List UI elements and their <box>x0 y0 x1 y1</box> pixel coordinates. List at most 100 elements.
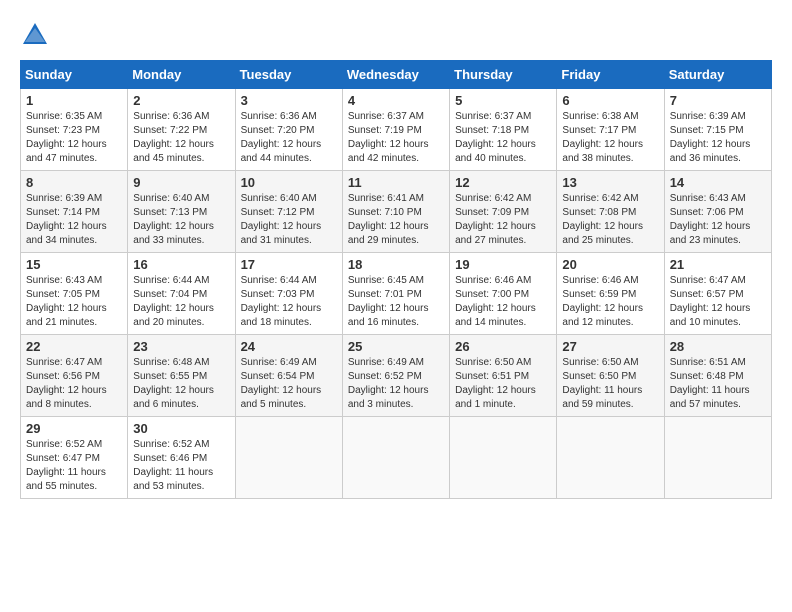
weekday-header-row: SundayMondayTuesdayWednesdayThursdayFrid… <box>21 61 772 89</box>
day-info: Sunrise: 6:47 AMSunset: 6:57 PMDaylight:… <box>670 274 766 330</box>
day-number: 30 <box>133 421 229 436</box>
calendar-day-cell: 16 Sunrise: 6:44 AMSunset: 7:04 PMDaylig… <box>128 253 235 335</box>
day-number: 26 <box>455 339 551 354</box>
day-number: 10 <box>241 175 337 190</box>
calendar-day-cell: 12 Sunrise: 6:42 AMSunset: 7:09 PMDaylig… <box>450 171 557 253</box>
day-number: 23 <box>133 339 229 354</box>
calendar-day-cell <box>235 417 342 499</box>
day-info: Sunrise: 6:37 AMSunset: 7:19 PMDaylight:… <box>348 110 444 166</box>
day-info: Sunrise: 6:50 AMSunset: 6:51 PMDaylight:… <box>455 356 551 412</box>
day-number: 13 <box>562 175 658 190</box>
page-container: SundayMondayTuesdayWednesdayThursdayFrid… <box>20 20 772 499</box>
calendar-day-cell <box>342 417 449 499</box>
day-info: Sunrise: 6:36 AMSunset: 7:20 PMDaylight:… <box>241 110 337 166</box>
weekday-header-cell: Friday <box>557 61 664 89</box>
day-info: Sunrise: 6:49 AMSunset: 6:52 PMDaylight:… <box>348 356 444 412</box>
day-info: Sunrise: 6:50 AMSunset: 6:50 PMDaylight:… <box>562 356 658 412</box>
calendar-day-cell: 23 Sunrise: 6:48 AMSunset: 6:55 PMDaylig… <box>128 335 235 417</box>
calendar-day-cell: 20 Sunrise: 6:46 AMSunset: 6:59 PMDaylig… <box>557 253 664 335</box>
header <box>20 20 772 50</box>
calendar-day-cell <box>664 417 771 499</box>
calendar-day-cell <box>450 417 557 499</box>
day-number: 22 <box>26 339 122 354</box>
day-info: Sunrise: 6:36 AMSunset: 7:22 PMDaylight:… <box>133 110 229 166</box>
day-info: Sunrise: 6:43 AMSunset: 7:06 PMDaylight:… <box>670 192 766 248</box>
day-number: 19 <box>455 257 551 272</box>
calendar-day-cell <box>557 417 664 499</box>
day-number: 6 <box>562 93 658 108</box>
calendar-table: SundayMondayTuesdayWednesdayThursdayFrid… <box>20 60 772 499</box>
calendar-day-cell: 11 Sunrise: 6:41 AMSunset: 7:10 PMDaylig… <box>342 171 449 253</box>
logo-icon <box>20 20 50 50</box>
calendar-day-cell: 30 Sunrise: 6:52 AMSunset: 6:46 PMDaylig… <box>128 417 235 499</box>
weekday-header-cell: Sunday <box>21 61 128 89</box>
day-number: 25 <box>348 339 444 354</box>
calendar-day-cell: 26 Sunrise: 6:50 AMSunset: 6:51 PMDaylig… <box>450 335 557 417</box>
calendar-day-cell: 18 Sunrise: 6:45 AMSunset: 7:01 PMDaylig… <box>342 253 449 335</box>
calendar-day-cell: 4 Sunrise: 6:37 AMSunset: 7:19 PMDayligh… <box>342 89 449 171</box>
weekday-header-cell: Saturday <box>664 61 771 89</box>
logo <box>20 20 54 50</box>
day-number: 21 <box>670 257 766 272</box>
calendar-day-cell: 25 Sunrise: 6:49 AMSunset: 6:52 PMDaylig… <box>342 335 449 417</box>
calendar-body: 1 Sunrise: 6:35 AMSunset: 7:23 PMDayligh… <box>21 89 772 499</box>
day-number: 28 <box>670 339 766 354</box>
day-info: Sunrise: 6:45 AMSunset: 7:01 PMDaylight:… <box>348 274 444 330</box>
day-number: 8 <box>26 175 122 190</box>
day-info: Sunrise: 6:39 AMSunset: 7:14 PMDaylight:… <box>26 192 122 248</box>
calendar-day-cell: 13 Sunrise: 6:42 AMSunset: 7:08 PMDaylig… <box>557 171 664 253</box>
weekday-header-cell: Monday <box>128 61 235 89</box>
calendar-day-cell: 6 Sunrise: 6:38 AMSunset: 7:17 PMDayligh… <box>557 89 664 171</box>
day-info: Sunrise: 6:52 AMSunset: 6:47 PMDaylight:… <box>26 438 122 494</box>
day-number: 14 <box>670 175 766 190</box>
day-info: Sunrise: 6:38 AMSunset: 7:17 PMDaylight:… <box>562 110 658 166</box>
calendar-day-cell: 24 Sunrise: 6:49 AMSunset: 6:54 PMDaylig… <box>235 335 342 417</box>
day-info: Sunrise: 6:35 AMSunset: 7:23 PMDaylight:… <box>26 110 122 166</box>
day-number: 17 <box>241 257 337 272</box>
calendar-day-cell: 27 Sunrise: 6:50 AMSunset: 6:50 PMDaylig… <box>557 335 664 417</box>
day-info: Sunrise: 6:46 AMSunset: 7:00 PMDaylight:… <box>455 274 551 330</box>
day-number: 12 <box>455 175 551 190</box>
day-number: 24 <box>241 339 337 354</box>
day-info: Sunrise: 6:43 AMSunset: 7:05 PMDaylight:… <box>26 274 122 330</box>
day-number: 2 <box>133 93 229 108</box>
day-number: 16 <box>133 257 229 272</box>
day-number: 1 <box>26 93 122 108</box>
day-number: 15 <box>26 257 122 272</box>
calendar-day-cell: 29 Sunrise: 6:52 AMSunset: 6:47 PMDaylig… <box>21 417 128 499</box>
calendar-day-cell: 22 Sunrise: 6:47 AMSunset: 6:56 PMDaylig… <box>21 335 128 417</box>
weekday-header-cell: Wednesday <box>342 61 449 89</box>
calendar-day-cell: 15 Sunrise: 6:43 AMSunset: 7:05 PMDaylig… <box>21 253 128 335</box>
day-info: Sunrise: 6:40 AMSunset: 7:13 PMDaylight:… <box>133 192 229 248</box>
day-number: 7 <box>670 93 766 108</box>
day-info: Sunrise: 6:37 AMSunset: 7:18 PMDaylight:… <box>455 110 551 166</box>
day-number: 5 <box>455 93 551 108</box>
weekday-header-cell: Thursday <box>450 61 557 89</box>
day-info: Sunrise: 6:42 AMSunset: 7:08 PMDaylight:… <box>562 192 658 248</box>
calendar-week-row: 15 Sunrise: 6:43 AMSunset: 7:05 PMDaylig… <box>21 253 772 335</box>
calendar-day-cell: 17 Sunrise: 6:44 AMSunset: 7:03 PMDaylig… <box>235 253 342 335</box>
calendar-day-cell: 14 Sunrise: 6:43 AMSunset: 7:06 PMDaylig… <box>664 171 771 253</box>
calendar-day-cell: 8 Sunrise: 6:39 AMSunset: 7:14 PMDayligh… <box>21 171 128 253</box>
calendar-day-cell: 9 Sunrise: 6:40 AMSunset: 7:13 PMDayligh… <box>128 171 235 253</box>
day-number: 11 <box>348 175 444 190</box>
day-info: Sunrise: 6:44 AMSunset: 7:03 PMDaylight:… <box>241 274 337 330</box>
calendar-week-row: 1 Sunrise: 6:35 AMSunset: 7:23 PMDayligh… <box>21 89 772 171</box>
day-info: Sunrise: 6:48 AMSunset: 6:55 PMDaylight:… <box>133 356 229 412</box>
weekday-header-cell: Tuesday <box>235 61 342 89</box>
calendar-day-cell: 1 Sunrise: 6:35 AMSunset: 7:23 PMDayligh… <box>21 89 128 171</box>
day-info: Sunrise: 6:42 AMSunset: 7:09 PMDaylight:… <box>455 192 551 248</box>
calendar-day-cell: 28 Sunrise: 6:51 AMSunset: 6:48 PMDaylig… <box>664 335 771 417</box>
day-info: Sunrise: 6:52 AMSunset: 6:46 PMDaylight:… <box>133 438 229 494</box>
calendar-day-cell: 10 Sunrise: 6:40 AMSunset: 7:12 PMDaylig… <box>235 171 342 253</box>
day-info: Sunrise: 6:40 AMSunset: 7:12 PMDaylight:… <box>241 192 337 248</box>
calendar-week-row: 29 Sunrise: 6:52 AMSunset: 6:47 PMDaylig… <box>21 417 772 499</box>
calendar-day-cell: 21 Sunrise: 6:47 AMSunset: 6:57 PMDaylig… <box>664 253 771 335</box>
day-info: Sunrise: 6:39 AMSunset: 7:15 PMDaylight:… <box>670 110 766 166</box>
day-number: 27 <box>562 339 658 354</box>
day-number: 3 <box>241 93 337 108</box>
day-info: Sunrise: 6:41 AMSunset: 7:10 PMDaylight:… <box>348 192 444 248</box>
day-info: Sunrise: 6:49 AMSunset: 6:54 PMDaylight:… <box>241 356 337 412</box>
calendar-day-cell: 7 Sunrise: 6:39 AMSunset: 7:15 PMDayligh… <box>664 89 771 171</box>
day-info: Sunrise: 6:51 AMSunset: 6:48 PMDaylight:… <box>670 356 766 412</box>
